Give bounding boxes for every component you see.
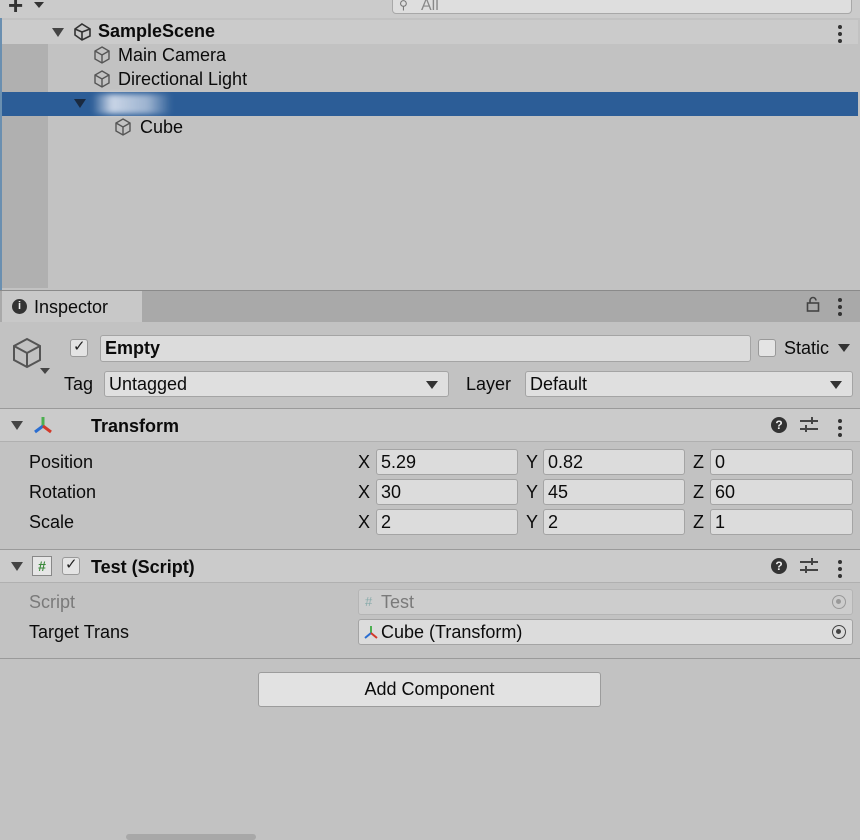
blurred-object-name	[92, 94, 172, 114]
gameobject-large-icon	[13, 337, 41, 369]
component-divider	[0, 658, 860, 659]
transform-axis-icon	[34, 417, 52, 434]
inspector-menu-icon[interactable]	[838, 298, 842, 319]
search-placeholder: All	[421, 0, 439, 14]
axis-x-label[interactable]: X	[358, 482, 370, 503]
target-trans-value: Cube (Transform)	[381, 622, 523, 642]
tag-label: Tag	[64, 374, 94, 394]
presets-icon[interactable]	[800, 417, 818, 433]
rotation-label: Rotation	[29, 482, 97, 502]
position-label: Position	[29, 452, 94, 472]
presets-icon[interactable]	[800, 558, 818, 574]
active-checkbox[interactable]: ✓	[70, 338, 88, 357]
axis-y-label[interactable]: Y	[526, 482, 538, 503]
scale-y-field[interactable]: 2	[543, 509, 685, 535]
hierarchy-item-label: Directional Light	[118, 69, 248, 89]
object-name-field[interactable]: Empty	[100, 335, 751, 362]
scale-x-field[interactable]: 2	[376, 509, 518, 535]
scale-label: Scale	[29, 512, 75, 532]
axis-z-label[interactable]: Z	[693, 452, 704, 473]
selected-foldout-icon[interactable]	[74, 99, 86, 108]
hierarchy-gutter	[2, 44, 48, 288]
script-component-title: Test (Script)	[91, 557, 195, 577]
transform-foldout-icon[interactable]	[11, 421, 23, 430]
script-hash-small-icon: #	[365, 594, 373, 609]
script-field-label: Script	[29, 592, 76, 612]
info-icon: i	[12, 299, 27, 314]
axis-z-label[interactable]: Z	[693, 482, 704, 503]
position-x-field[interactable]: 5.29	[376, 449, 518, 475]
script-menu-icon[interactable]	[838, 560, 842, 581]
scene-menu-icon[interactable]	[838, 25, 842, 46]
layer-value: Default	[530, 374, 588, 394]
add-dropdown-icon[interactable]	[34, 2, 44, 8]
scale-z-field[interactable]: 1	[710, 509, 853, 535]
target-trans-field[interactable]: Cube (Transform)	[358, 619, 853, 645]
axis-y-label[interactable]: Y	[526, 512, 538, 533]
hierarchy-item-label: Main Camera	[118, 45, 227, 65]
gameobject-cube-icon	[94, 46, 110, 64]
checkmark-icon: ✓	[73, 338, 86, 355]
chevron-down-icon	[426, 381, 438, 389]
plus-icon: +	[8, 0, 24, 20]
hierarchy-left-edge	[0, 18, 2, 290]
layer-dropdown[interactable]: Default	[525, 371, 853, 397]
target-trans-label: Target Trans	[29, 622, 130, 642]
axis-x-label[interactable]: X	[358, 452, 370, 473]
tab-inspector[interactable]: i Inspector	[2, 291, 142, 322]
inspector-tab-label: Inspector	[34, 297, 109, 317]
axis-z-label[interactable]: Z	[693, 512, 704, 533]
script-hash-icon: #	[32, 556, 52, 576]
transform-menu-icon[interactable]	[838, 419, 842, 440]
script-object-field: # Test	[358, 589, 853, 615]
gameobject-cube-icon	[115, 118, 131, 136]
rotation-x-field[interactable]: 30	[376, 479, 518, 505]
bottom-scrollbar[interactable]	[126, 834, 256, 840]
object-picker-icon[interactable]	[832, 625, 846, 639]
icon-dropdown-arrow[interactable]	[40, 368, 50, 374]
rotation-z-field[interactable]: 60	[710, 479, 853, 505]
position-y-field[interactable]: 0.82	[543, 449, 685, 475]
add-component-button[interactable]: Add Component	[258, 672, 601, 707]
add-component-label: Add Component	[364, 679, 495, 699]
scene-name: SampleScene	[98, 21, 216, 41]
layer-label: Layer	[466, 374, 512, 394]
rotation-y-field[interactable]: 45	[543, 479, 685, 505]
static-checkbox[interactable]	[758, 339, 776, 357]
search-icon: ⚲	[399, 0, 408, 12]
hierarchy-item-label: Cube	[140, 117, 184, 137]
position-z-field[interactable]: 0	[710, 449, 853, 475]
gameobject-cube-icon	[94, 70, 110, 88]
static-dropdown-arrow[interactable]	[838, 344, 850, 352]
axis-y-label[interactable]: Y	[526, 452, 538, 473]
lock-icon[interactable]	[806, 296, 820, 312]
axis-x-label[interactable]: X	[358, 512, 370, 533]
tag-value: Untagged	[109, 374, 188, 394]
help-icon[interactable]: ?	[771, 417, 787, 433]
hierarchy-search-input[interactable]: ⚲ All	[392, 0, 852, 14]
tag-dropdown[interactable]: Untagged	[104, 371, 449, 397]
help-icon[interactable]: ?	[771, 558, 787, 574]
script-foldout-icon[interactable]	[11, 562, 23, 571]
script-enabled-checkbox[interactable]: ✓	[62, 556, 80, 575]
transform-small-icon	[364, 626, 378, 639]
script-field-value: Test	[381, 592, 415, 612]
static-label[interactable]: Static	[784, 338, 829, 359]
chevron-down-icon	[830, 381, 842, 389]
checkmark-icon: ✓	[65, 556, 78, 573]
object-picker-icon	[832, 595, 846, 609]
unity-scene-icon	[74, 23, 91, 41]
transform-title: Transform	[91, 416, 180, 436]
scene-foldout-icon[interactable]	[52, 28, 64, 37]
